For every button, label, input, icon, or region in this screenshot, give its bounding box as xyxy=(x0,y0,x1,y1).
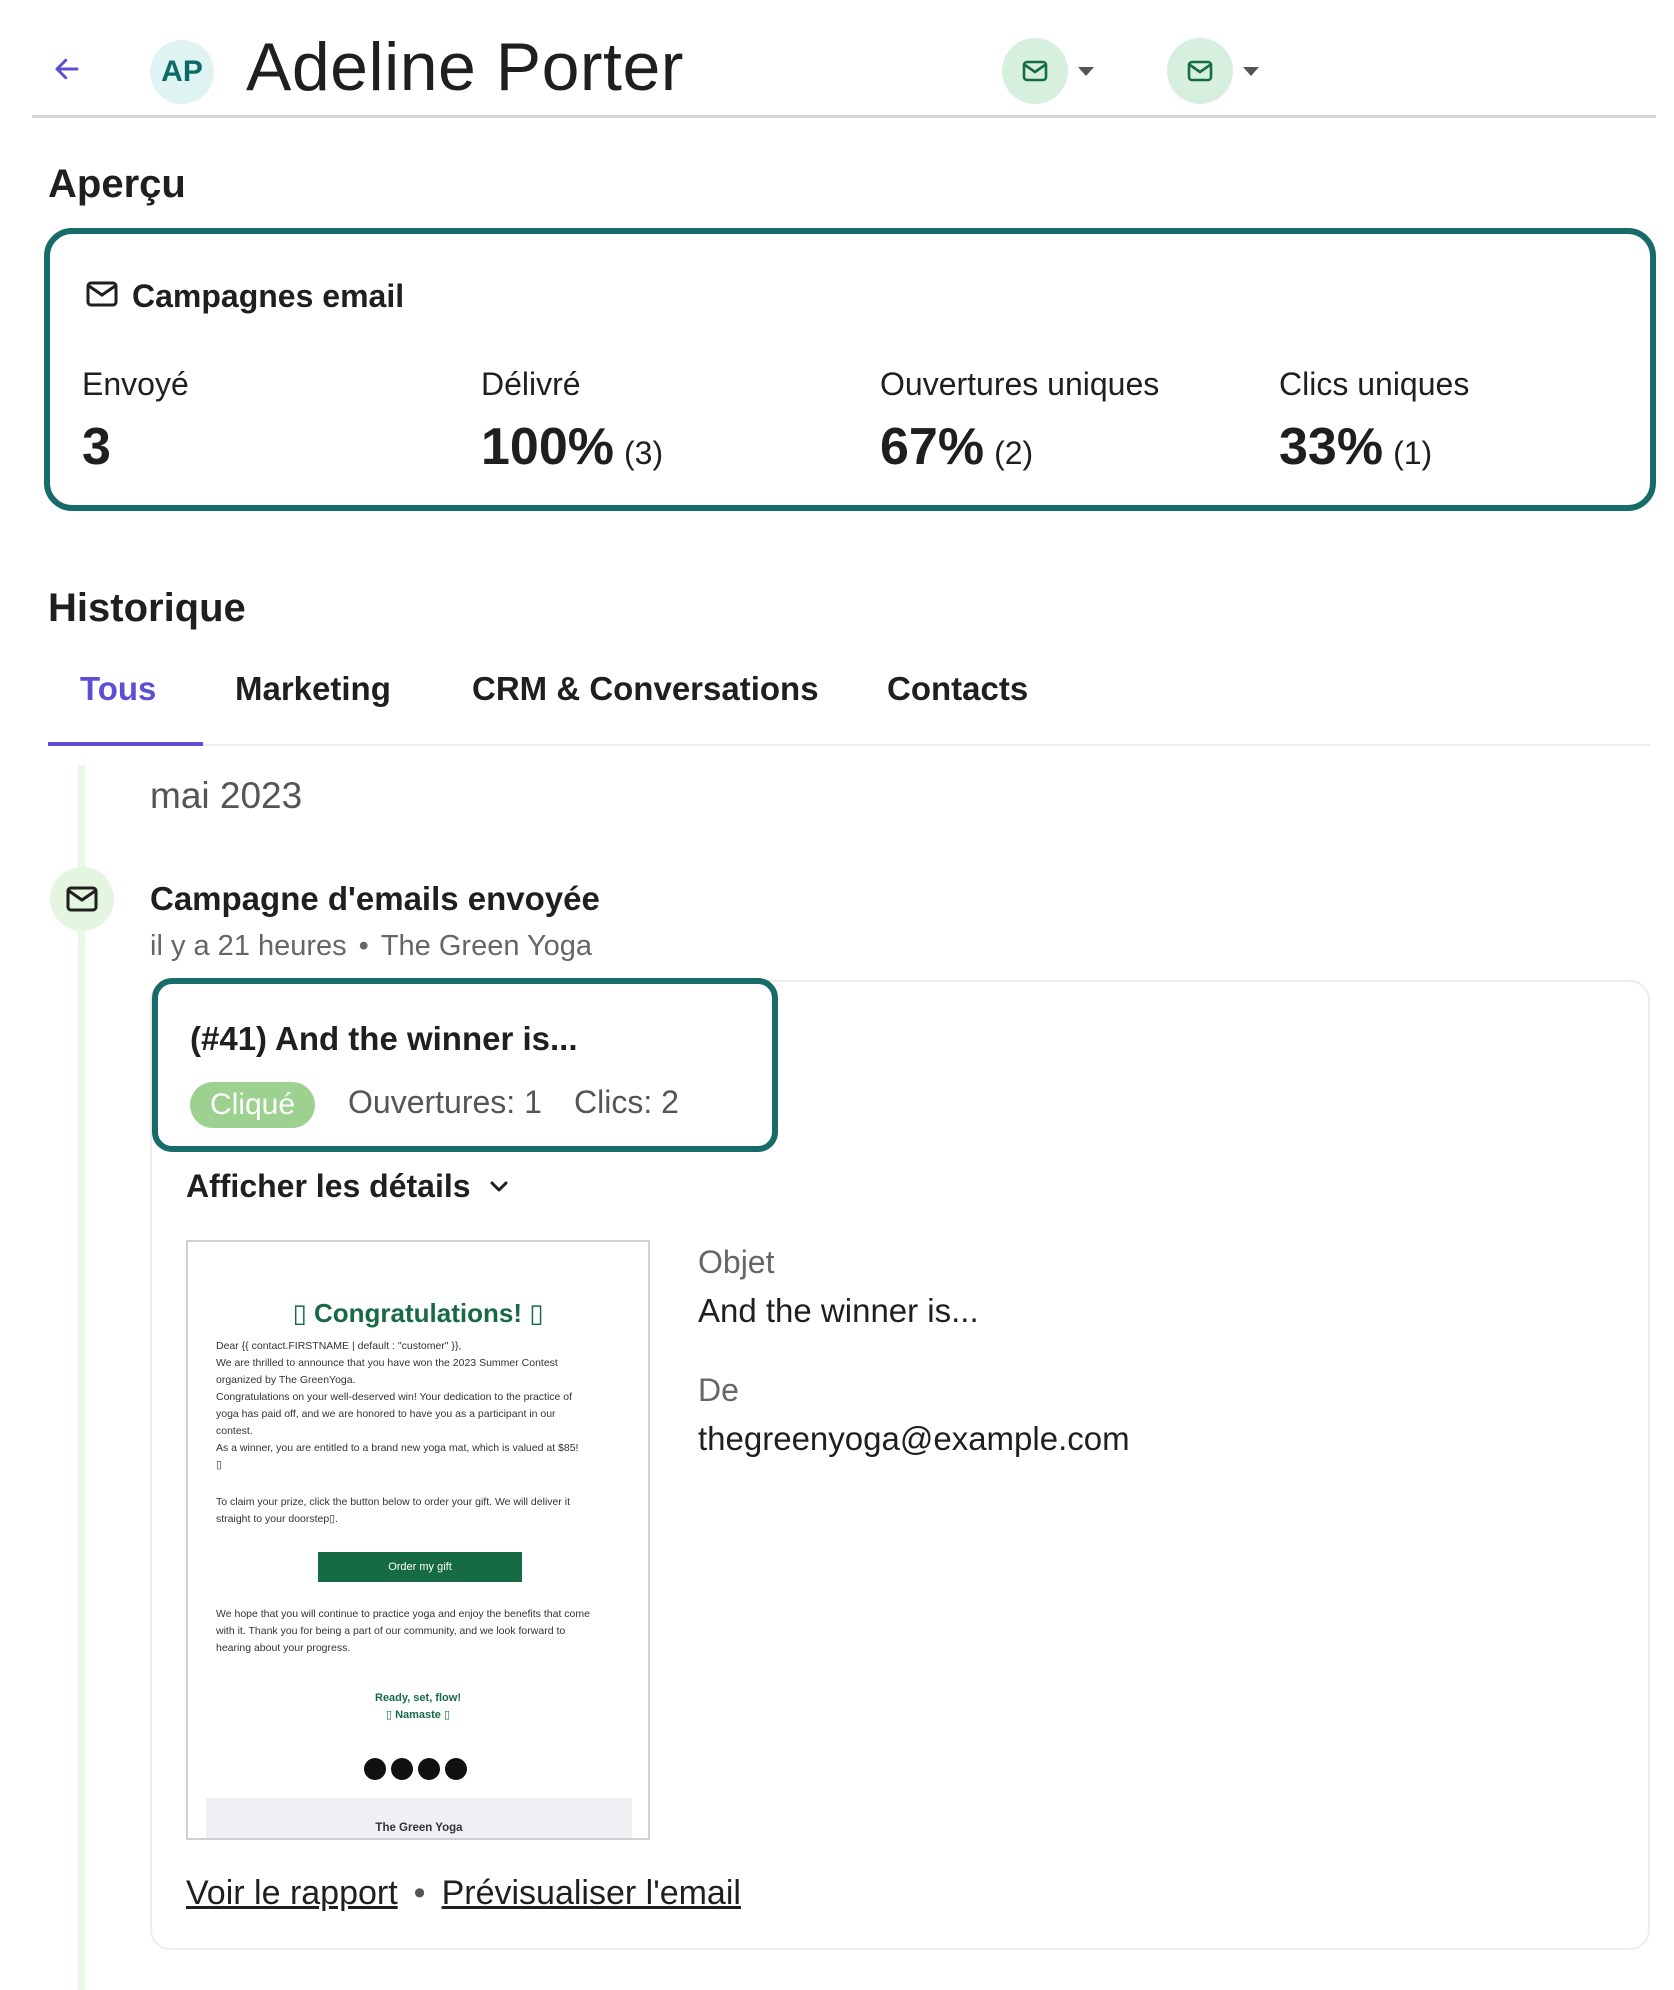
metric-unique-opens: Ouvertures uniques 67% (2) xyxy=(880,366,1159,477)
preview-social-icons xyxy=(364,1758,467,1780)
chevron-down-icon xyxy=(1243,66,1259,76)
tab-contacts[interactable]: Contacts xyxy=(887,670,1028,746)
meta-separator: • xyxy=(358,930,369,962)
overview-title: Aperçu xyxy=(48,162,186,206)
avatar: AP xyxy=(150,40,214,104)
event-links: Voir le rapport • Prévisualiser l'email xyxy=(186,1874,741,1913)
timeline-month: mai 2023 xyxy=(150,775,303,816)
envelope-icon xyxy=(1167,38,1233,104)
active-tab-indicator xyxy=(48,742,203,746)
metric-sent: Envoyé 3 xyxy=(82,366,189,477)
contact-header: AP Adeline Porter xyxy=(32,0,1656,118)
metric-label: Ouvertures uniques xyxy=(880,366,1160,402)
email-transactional-dropdown[interactable] xyxy=(1167,38,1259,104)
metric-delivered: Délivré 100% (3) xyxy=(481,366,663,477)
tab-crm-conversations[interactable]: CRM & Conversations xyxy=(472,670,819,746)
subject-value: And the winner is... xyxy=(698,1292,979,1329)
campaign-event-card: (#41) And the winner is... Cliqué Ouvert… xyxy=(150,978,1650,1950)
status-badge: Cliqué xyxy=(190,1082,316,1128)
event-sender: The Green Yoga xyxy=(380,930,593,962)
email-preview-thumbnail[interactable]: ▯ Congratulations! ▯ Dear {{ contact.FIR… xyxy=(186,1240,650,1840)
metric-value: 100% (3) xyxy=(481,418,664,476)
history-tabs: Tous Marketing CRM & Conversations Conta… xyxy=(48,660,1650,746)
preview-email-link[interactable]: Prévisualiser l'email xyxy=(442,1874,741,1913)
from-value: thegreenyoga@example.com xyxy=(698,1420,1130,1457)
facebook-icon xyxy=(391,1758,413,1780)
twitter-icon xyxy=(445,1758,467,1780)
preview-order-button: Order my gift xyxy=(318,1552,522,1582)
event-time: il y a 21 heures xyxy=(150,930,347,962)
tab-marketing[interactable]: Marketing xyxy=(235,670,391,746)
back-button[interactable] xyxy=(52,48,92,88)
show-details-label: Afficher les détails xyxy=(186,1168,471,1204)
metric-label: Délivré xyxy=(481,366,581,402)
arrow-left-icon xyxy=(55,58,79,80)
metric-label: Clics uniques xyxy=(1279,366,1470,402)
link-separator: • xyxy=(413,1874,426,1912)
clicks-count: Clics: 2 xyxy=(574,1084,679,1120)
metric-value: 67% (2) xyxy=(880,418,1034,476)
campaign-name: (#41) And the winner is... xyxy=(190,1020,578,1057)
history-title: Historique xyxy=(48,586,246,630)
event-title: Campagne d'emails envoyée xyxy=(150,880,600,917)
chevron-down-icon xyxy=(490,1181,508,1191)
timeline-line xyxy=(78,765,85,1990)
envelope-icon xyxy=(86,278,118,315)
card-title: Campagnes email xyxy=(86,278,404,315)
email-subscription-dropdown[interactable] xyxy=(1002,38,1094,104)
instagram-icon xyxy=(364,1758,386,1780)
preview-title: ▯ Congratulations! ▯ xyxy=(292,1298,544,1328)
show-details-toggle[interactable]: Afficher les détails xyxy=(186,1168,509,1205)
envelope-icon xyxy=(1002,38,1068,104)
chevron-down-icon xyxy=(1078,66,1094,76)
preview-footer: The Green Yoga xyxy=(206,1798,632,1838)
event-meta: il y a 21 heures • The Green Yoga xyxy=(150,930,592,963)
envelope-icon xyxy=(50,867,114,931)
campaign-summary: (#41) And the winner is... Cliqué Ouvert… xyxy=(152,978,778,1152)
metric-value: 33% (1) xyxy=(1279,418,1433,476)
opens-count: Ouvertures: 1 xyxy=(348,1084,542,1120)
from-label: De xyxy=(698,1372,739,1408)
card-title-label: Campagnes email xyxy=(132,278,405,314)
preview-claim-text: To claim your prize, click the button be… xyxy=(216,1496,571,1525)
preview-closing-text: We hope that you will continue to practi… xyxy=(216,1608,590,1654)
metric-value: 3 xyxy=(82,418,111,476)
metric-unique-clicks: Clics uniques 33% (1) xyxy=(1279,366,1469,477)
globe-icon xyxy=(418,1758,440,1780)
metric-label: Envoyé xyxy=(82,366,189,402)
preview-body: Dear {{ contact.FIRSTNAME | default : "c… xyxy=(216,1340,579,1471)
email-campaigns-card: Campagnes email Envoyé 3 Délivré 100% (3)… xyxy=(44,228,1656,511)
contact-name: Adeline Porter xyxy=(246,29,684,105)
preview-sign-2: ▯ Namaste ▯ xyxy=(385,1709,451,1721)
preview-sign-1: Ready, set, flow! xyxy=(375,1692,461,1704)
tab-all[interactable]: Tous xyxy=(80,670,156,746)
view-report-link[interactable]: Voir le rapport xyxy=(186,1874,398,1913)
subject-label: Objet xyxy=(698,1244,775,1280)
